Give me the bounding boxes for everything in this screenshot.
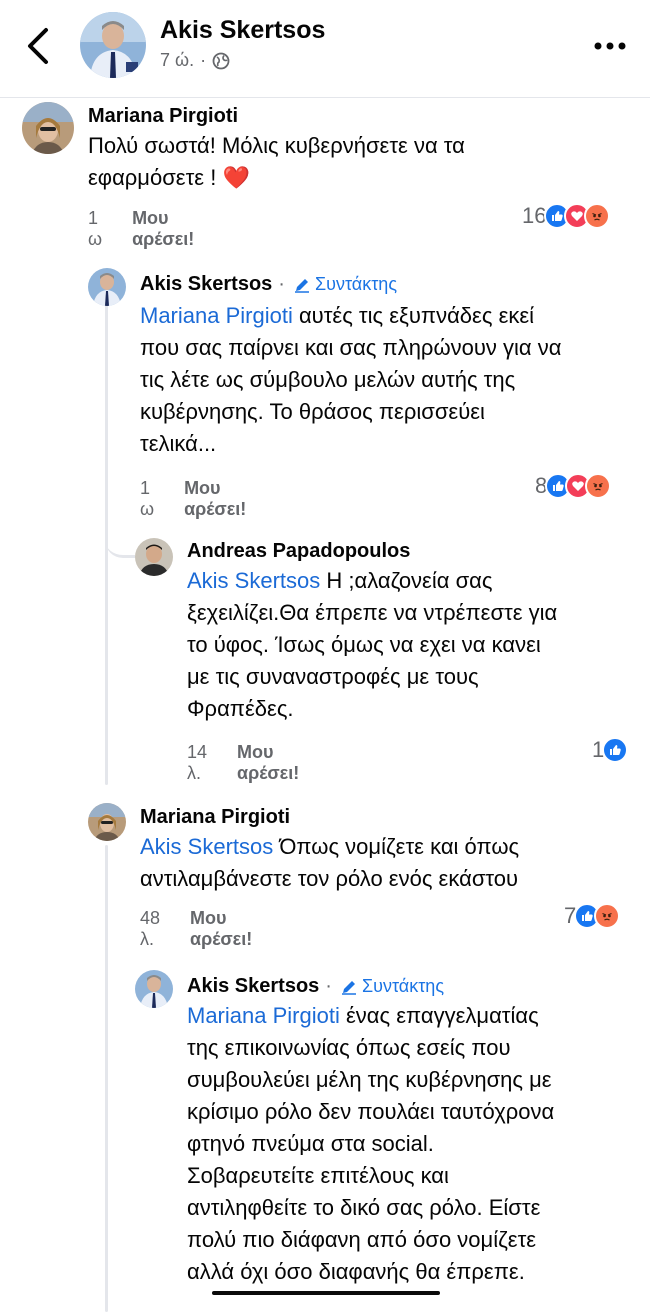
avatar[interactable] <box>88 803 126 841</box>
thread-line <box>105 845 108 1312</box>
author-avatar[interactable] <box>80 12 146 78</box>
comment-text-line: πολύ πιο διάφανη από όσο νομίζετε <box>187 1227 537 1252</box>
comment-text-line: τελικά... <box>140 431 217 456</box>
like-button[interactable]: Μου αρέσει! <box>237 742 299 784</box>
name-separator: · <box>325 975 332 997</box>
author-name[interactable]: Akis Skertsos <box>187 975 319 998</box>
mention-link[interactable]: Mariana Pirgioti <box>140 303 293 328</box>
post-meta: 7 ώ. · <box>160 50 230 71</box>
comment-text: Mariana Pirgioti αυτές τις εξυπνάδες εκε… <box>140 300 620 460</box>
pencil-icon <box>294 278 309 293</box>
comment-text-line: το ύφος. Ίσως όμως να εχει να κανει <box>187 632 541 657</box>
comment-actions: 48 λ. Μου αρέσει! <box>140 908 252 950</box>
author-badge: Συντάκτης <box>340 976 444 997</box>
mention-link[interactable]: Akis Skertsos <box>187 568 320 593</box>
comment-author[interactable]: Andreas Papadopoulos <box>187 540 410 563</box>
name-separator: · <box>278 273 285 295</box>
comment-text-line: με τις συναναστροφές με τους <box>187 664 479 689</box>
back-chevron-icon <box>28 28 48 64</box>
mention-link[interactable]: Akis Skertsos <box>140 834 273 859</box>
avatar[interactable] <box>135 538 173 576</box>
comment-text: Akis Skertsos Η ;αλαζονεία σας ξεχειλίζε… <box>187 565 627 725</box>
comment-text-line: Mariana Pirgioti ένας επαγγελματίας <box>187 1003 539 1028</box>
comment-author: Akis Skertsos · Συντάκτης <box>187 975 444 998</box>
comment-time[interactable]: 48 λ. <box>140 908 160 950</box>
comment-time[interactable]: 14 λ. <box>187 742 207 784</box>
reactions[interactable]: 16 <box>522 203 611 229</box>
comment-actions: 1 ω Μου αρέσει! <box>88 208 194 250</box>
comment-time[interactable]: 1 ω <box>140 478 154 520</box>
comment-author[interactable]: Mariana Pirgioti <box>140 806 290 829</box>
handdrawn-underline <box>212 1291 440 1295</box>
comment-text-line: εφαρμόσετε ! ❤️ <box>88 165 250 190</box>
mention-link[interactable]: Mariana Pirgioti <box>187 1003 340 1028</box>
author-name[interactable]: Akis Skertsos <box>140 273 272 296</box>
comment-text: Mariana Pirgioti ένας επαγγελματίας της … <box>187 1000 637 1288</box>
comment-text-line: Mariana Pirgioti αυτές τις εξυπνάδες εκε… <box>140 303 535 328</box>
author-badge: Συντάκτης <box>293 274 397 295</box>
angry-reaction-icon <box>585 473 612 499</box>
comment-text-line: Πολύ σωστά! Μόλις κυβερνήσετε να τα <box>88 133 465 158</box>
comment-text-line: Akis Skertsos Όπως νομίζετε και όπως <box>140 834 520 859</box>
comment-text-line: Akis Skertsos Η ;αλαζονεία σας <box>187 568 493 593</box>
comment-text: Akis Skertsos Όπως νομίζετε και όπως αντ… <box>140 831 620 895</box>
post-header: Akis Skertsos 7 ώ. · <box>0 0 650 98</box>
angry-reaction-icon <box>594 903 621 929</box>
avatar[interactable] <box>135 970 173 1008</box>
reactions[interactable]: 1 <box>592 737 629 763</box>
avatar[interactable] <box>22 102 74 154</box>
comment-text-line: φτηνό πνεύμα στα social. <box>187 1131 434 1156</box>
comment-text-line: Σοβαρευτείτε επιτέλους και <box>187 1163 449 1188</box>
comment-actions: 1 ω Μου αρέσει! <box>140 478 246 520</box>
badge-label: Συντάκτης <box>361 976 444 996</box>
like-button[interactable]: Μου αρέσει! <box>184 478 246 520</box>
meta-separator: · <box>200 50 207 70</box>
globe-icon <box>212 52 230 69</box>
pencil-icon <box>341 980 356 995</box>
comment-text-line: αντιληφθείτε το δικό σας ρόλο. Είστε <box>187 1195 541 1220</box>
like-button[interactable]: Μου αρέσει! <box>132 208 194 250</box>
avatar[interactable] <box>88 268 126 306</box>
comment-actions: 14 λ. Μου αρέσει! <box>187 742 299 784</box>
angry-reaction-icon <box>584 203 611 229</box>
comment-author: Akis Skertsos · Συντάκτης <box>140 273 397 296</box>
reaction-count: 16 <box>522 203 547 228</box>
comment-text: Πολύ σωστά! Μόλις κυβερνήσετε να τα εφαρ… <box>88 130 608 194</box>
author-name[interactable]: Akis Skertsos <box>160 16 325 45</box>
more-dots-icon <box>594 42 626 50</box>
like-button[interactable]: Μου αρέσει! <box>190 908 252 950</box>
comment-author[interactable]: Mariana Pirgioti <box>88 105 238 128</box>
reactions[interactable]: 7 <box>564 903 621 929</box>
comment-text-line: κυβέρνησης. Το θράσος περισσεύει <box>140 399 485 424</box>
comment-text-line: ξεχειλίζει.Θα έπρεπε να ντρέπεστε για <box>187 600 558 625</box>
post-time[interactable]: 7 ώ. <box>160 50 194 71</box>
comment-text-line: που σας παίρνει και σας πληρώνουν για να <box>140 335 562 360</box>
comment-text-line: αντιλαμβάνεστε τον ρόλο ενός εκάστου <box>140 866 519 891</box>
comment-text-line: τις λέτε ως σύμβουλο μελών αυτής της <box>140 367 516 392</box>
more-options-button[interactable] <box>592 36 628 56</box>
comment-text-line: Φραπέδες. <box>187 696 294 721</box>
thread-connector <box>105 440 135 558</box>
reactions[interactable]: 8 <box>535 473 612 499</box>
comment-text-line: της επικοινωνίας όπως εσείς που <box>187 1035 511 1060</box>
comment-text-line: συμβουλεύει μέλη της κυβέρνησης με <box>187 1067 552 1092</box>
comment-time[interactable]: 1 ω <box>88 208 102 250</box>
comment-text-line: αλλά όχι όσο διαφανής θα έπρεπε. <box>187 1259 525 1284</box>
comment-text-line: κρίσιμο ρόλο δεν πουλάει ταυτόχρονα <box>187 1099 555 1124</box>
like-reaction-icon <box>602 737 629 763</box>
badge-label: Συντάκτης <box>314 274 397 294</box>
back-button[interactable] <box>24 26 54 66</box>
